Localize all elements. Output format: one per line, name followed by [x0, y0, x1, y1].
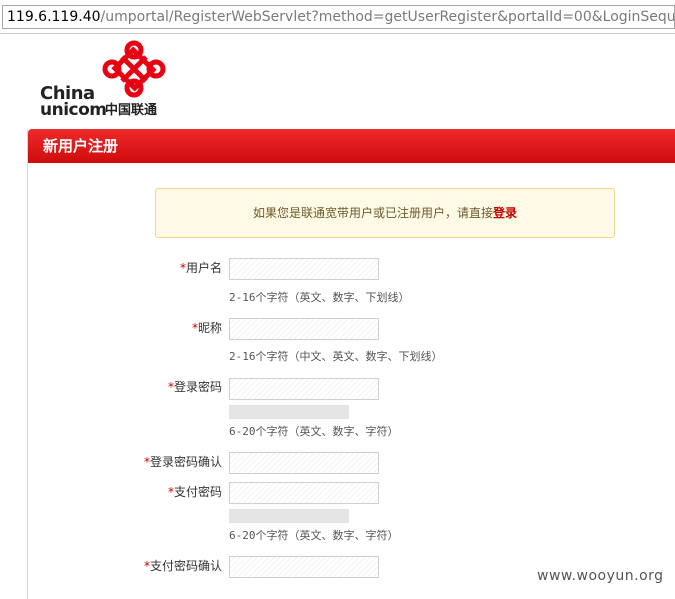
login-password-confirm-input[interactable]: [229, 452, 379, 474]
pay-password-confirm-input[interactable]: [229, 556, 379, 578]
login-password-hint: 6-20个字符（英文、数字、字符）: [229, 425, 399, 438]
china-unicom-logo: China unicom 中国联通: [40, 40, 170, 120]
nickname-input[interactable]: [229, 318, 379, 340]
pay-password-strength-bar: [229, 509, 349, 523]
url-host: 119.6.119.40: [7, 9, 101, 25]
notice-text: 如果您是联通宽带用户或已注册用户，请直接: [252, 206, 493, 220]
browser-address-bar: 119.6.119.40/umportal/RegisterWebServlet…: [0, 0, 675, 34]
url-field[interactable]: 119.6.119.40/umportal/RegisterWebServlet…: [2, 5, 675, 29]
nickname-hint: 2-16个字符（中文、英文、数字、下划线）: [229, 350, 443, 363]
pay-password-confirm-label: *支付密码确认: [143, 559, 222, 573]
login-password-strength-bar: [229, 405, 349, 419]
username-hint: 2-16个字符（英文、数字、下划线）: [229, 291, 410, 304]
pay-password-hint: 6-20个字符（英文、数字、字符）: [229, 529, 399, 542]
pay-password-label: *支付密码: [167, 485, 222, 499]
username-input[interactable]: [229, 258, 379, 280]
login-password-input[interactable]: [229, 378, 379, 400]
login-password-confirm-label: *登录密码确认: [143, 455, 222, 469]
logo-text-chinese: 中国联通: [105, 103, 158, 118]
pay-password-input[interactable]: [229, 482, 379, 504]
login-notice: 如果您是联通宽带用户或已注册用户，请直接登录: [155, 188, 615, 238]
page-title: 新用户注册: [43, 137, 119, 155]
watermark: www.wooyun.org: [537, 568, 664, 584]
url-path: /umportal/RegisterWebServlet?method=getU…: [100, 9, 675, 25]
nickname-label: *昵称: [191, 321, 222, 335]
panel-header: 新用户注册: [28, 129, 675, 163]
logo-text-unicom: unicom: [40, 100, 107, 120]
login-link[interactable]: 登录: [493, 206, 517, 220]
username-label: *用户名: [179, 261, 222, 275]
unicom-knot-icon: [102, 40, 166, 98]
login-password-label: *登录密码: [167, 380, 222, 394]
